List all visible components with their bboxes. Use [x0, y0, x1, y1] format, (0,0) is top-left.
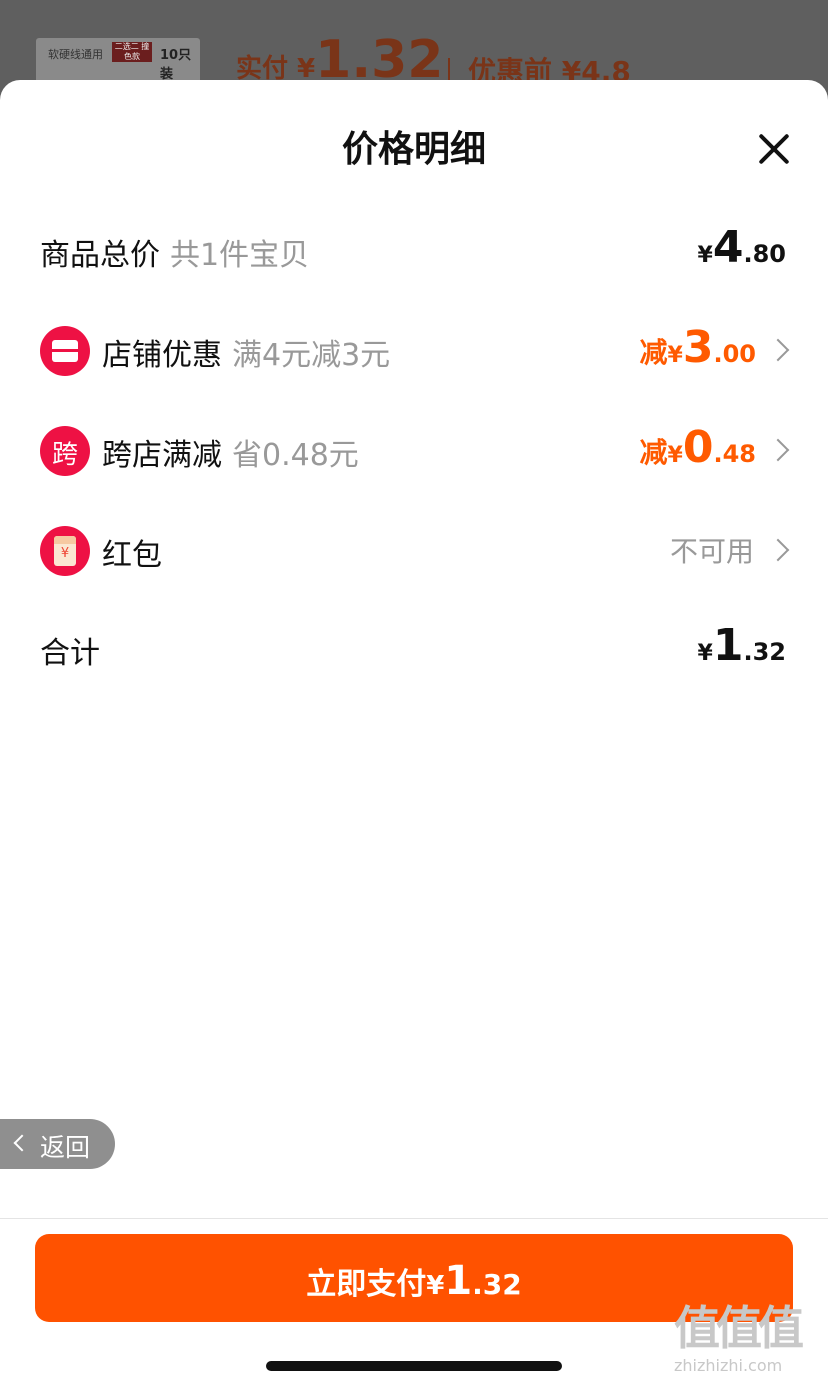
shop-icon: [40, 326, 90, 376]
red-packet-icon: ¥: [40, 526, 90, 576]
cross-store-title: 跨店满减: [102, 438, 222, 473]
shop-discount-dec: .00: [713, 340, 756, 368]
goods-total-int: 4: [712, 222, 744, 273]
shop-discount-prefix: 减: [639, 336, 668, 369]
sum-int: 1: [712, 620, 744, 671]
cross-store-icon: 跨: [40, 426, 90, 476]
goods-total-price: ¥4.80: [698, 222, 786, 273]
pay-now-dec: .32: [472, 1268, 522, 1301]
cross-store-dec: .48: [713, 440, 756, 468]
sum-label: 合计: [40, 636, 100, 671]
sum-price: ¥1.32: [698, 620, 786, 671]
chevron-right-icon: [766, 338, 790, 362]
row-red-packet[interactable]: ¥ 红包 不可用: [0, 500, 828, 600]
row-sum: 合计 ¥1.32: [0, 598, 828, 698]
back-button[interactable]: 返回: [0, 1119, 115, 1169]
pay-now-label: 立即支付: [306, 1267, 427, 1302]
background-separator: [448, 58, 450, 82]
footer-divider: [0, 1218, 828, 1219]
back-label: 返回: [40, 1133, 91, 1162]
home-indicator[interactable]: [266, 1361, 562, 1371]
product-thumbnail: 软硬线通用 二选二 撞色款 10只装: [36, 38, 200, 86]
sum-dec: .32: [743, 638, 786, 666]
cross-store-amount: 减¥0.48: [640, 422, 756, 473]
red-packet-icon-text: ¥: [54, 536, 76, 566]
goods-total-label: 商品总价 共1件宝贝: [40, 230, 309, 274]
product-thumbnail-count: 10只装: [160, 48, 192, 82]
pay-now-int: 1: [444, 1258, 473, 1304]
product-thumbnail-badge: 二选二 撞色款: [112, 42, 152, 62]
price-detail-sheet: 价格明细 商品总价 共1件宝贝 ¥4.80 店铺优惠 满4元减3元 减¥3.00 跨…: [0, 80, 828, 1388]
shop-discount-title: 店铺优惠: [102, 338, 222, 373]
cross-store-icon-text: 跨: [51, 440, 78, 470]
shop-discount-int: 3: [682, 322, 714, 373]
cross-store-saving: 省0.48元: [232, 438, 359, 473]
shop-discount-rule: 满4元减3元: [232, 338, 391, 373]
close-icon[interactable]: [757, 132, 791, 166]
sheet-title: 价格明细: [341, 129, 486, 170]
row-shop-discount[interactable]: 店铺优惠 满4元减3元 减¥3.00: [0, 300, 828, 400]
red-packet-label: 红包: [102, 538, 162, 573]
goods-total-title: 商品总价: [40, 238, 160, 273]
cross-store-label: 跨店满减 省0.48元: [102, 430, 359, 474]
cross-store-prefix: 减: [639, 436, 668, 469]
watermark-logo: 值值值: [674, 1301, 804, 1355]
shop-discount-yen: ¥: [667, 343, 683, 368]
cross-store-int: 0: [682, 422, 714, 473]
goods-total-count: 共1件宝贝: [170, 238, 310, 273]
red-packet-status: 不可用: [669, 535, 754, 568]
shop-discount-amount: 减¥3.00: [640, 322, 756, 373]
row-cross-store-discount[interactable]: 跨 跨店满减 省0.48元 减¥0.48: [0, 400, 828, 500]
chevron-left-icon: [13, 1134, 31, 1152]
shop-discount-label: 店铺优惠 满4元减3元: [102, 330, 390, 374]
chevron-right-icon: [766, 438, 790, 462]
sum-yen: ¥: [697, 641, 713, 666]
watermark-url: zhizhizhi.com: [674, 1356, 783, 1375]
pay-now-yen: ¥: [426, 1271, 445, 1301]
row-goods-total: 商品总价 共1件宝贝 ¥4.80: [0, 200, 828, 300]
chevron-right-icon: [766, 538, 790, 562]
product-thumbnail-text: 软硬线通用: [48, 48, 103, 61]
goods-total-dec: .80: [743, 240, 786, 268]
watermark: 值值值 zhizhizhi.com: [674, 1302, 824, 1382]
goods-total-yen: ¥: [697, 243, 713, 268]
cross-store-yen: ¥: [667, 443, 683, 468]
